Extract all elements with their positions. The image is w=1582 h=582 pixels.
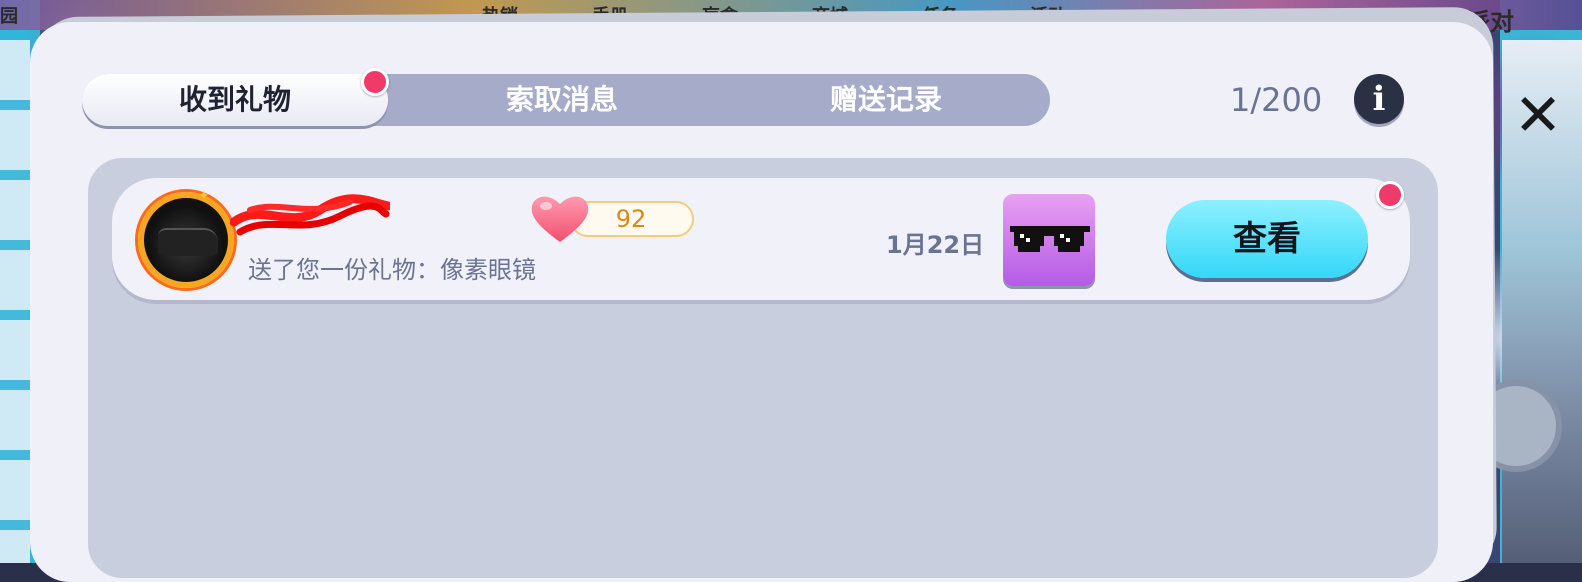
close-icon[interactable]: ✕: [1508, 80, 1568, 150]
tab-notification-badge: [361, 68, 389, 96]
tab-received-gifts[interactable]: 收到礼物: [82, 74, 388, 126]
name-redaction-scribble: [230, 194, 390, 236]
info-icon[interactable]: i: [1354, 74, 1404, 124]
avatar-frame-spark-icon: ✦: [198, 188, 210, 204]
background-corner-label: 园: [0, 6, 18, 27]
pixel-sunglasses-icon: [1010, 226, 1090, 252]
view-button[interactable]: 查看: [1166, 200, 1368, 278]
gift-date: 1月22日: [886, 231, 985, 259]
tab-bar: 收到礼物 索取消息 赠送记录: [82, 74, 1050, 126]
like-count: 92: [615, 205, 647, 233]
row-notification-badge: [1376, 181, 1404, 209]
gift-count: 1/200: [1230, 81, 1323, 119]
gift-message: 送了您一份礼物：像素眼镜: [248, 256, 536, 284]
background-left-strip: [0, 40, 30, 563]
tab-gift-history[interactable]: 赠送记录: [736, 74, 1036, 126]
avatar-car-image: [158, 228, 218, 256]
tab-request-messages[interactable]: 索取消息: [412, 74, 712, 126]
heart-icon: [531, 196, 589, 242]
